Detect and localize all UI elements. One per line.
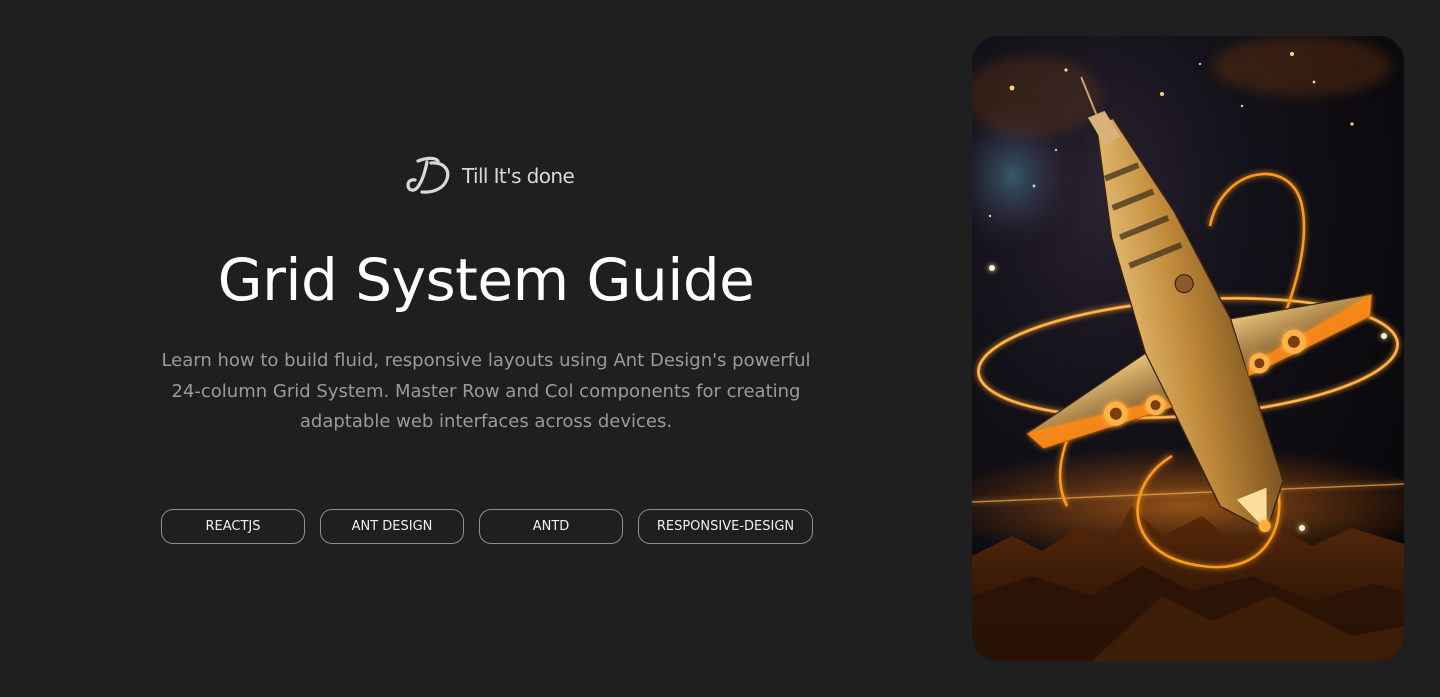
- hero-text-column: Till It's done Grid System Guide Learn h…: [0, 0, 972, 697]
- tag-responsive-design-button[interactable]: RESPONSIVE-DESIGN: [638, 509, 813, 544]
- tag-list: REACTJS ANT DESIGN ANTD RESPONSIVE-DESIG…: [161, 509, 813, 544]
- brand-name: Till It's done: [462, 164, 575, 188]
- brand-link[interactable]: Till It's done: [404, 154, 575, 198]
- page-title: Grid System Guide: [217, 246, 755, 314]
- td-monogram-logo-icon: [406, 156, 450, 194]
- tag-antd-button[interactable]: ANTD: [479, 509, 623, 544]
- hero-image: [972, 36, 1404, 661]
- page-description: Learn how to build fluid, responsive lay…: [161, 350, 811, 432]
- spaceship-illustration: [972, 36, 1404, 661]
- blog-hero: Till It's done Grid System Guide Learn h…: [0, 0, 1440, 697]
- tag-reactjs-button[interactable]: REACTJS: [161, 509, 305, 544]
- tag-ant-design-button[interactable]: ANT DESIGN: [320, 509, 464, 544]
